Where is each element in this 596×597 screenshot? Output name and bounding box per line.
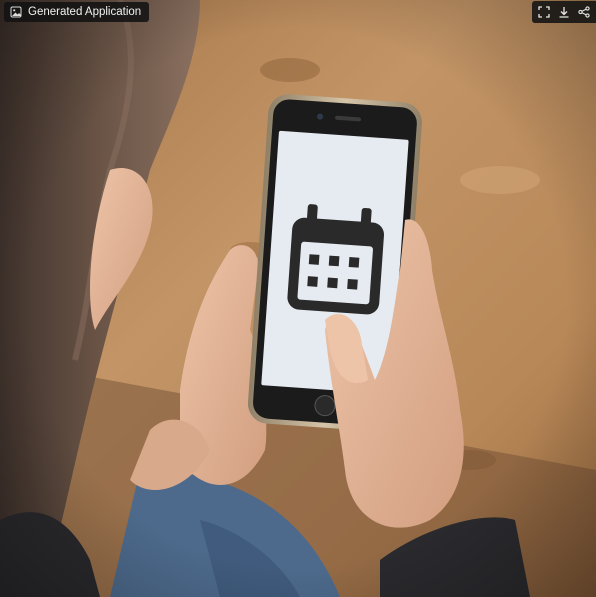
app-title-tag: Generated Application	[4, 2, 150, 22]
image-viewer: Generated Application	[0, 0, 596, 597]
app-title: Generated Application	[28, 6, 142, 18]
image-toolbar	[532, 1, 596, 23]
photo-woman-holding-phone	[0, 0, 596, 597]
fullscreen-icon	[538, 6, 550, 18]
image-icon	[10, 6, 22, 18]
download-icon	[559, 7, 569, 18]
share-button[interactable]	[575, 3, 593, 21]
download-button[interactable]	[555, 3, 573, 21]
share-icon	[578, 6, 590, 18]
fullscreen-button[interactable]	[535, 3, 553, 21]
